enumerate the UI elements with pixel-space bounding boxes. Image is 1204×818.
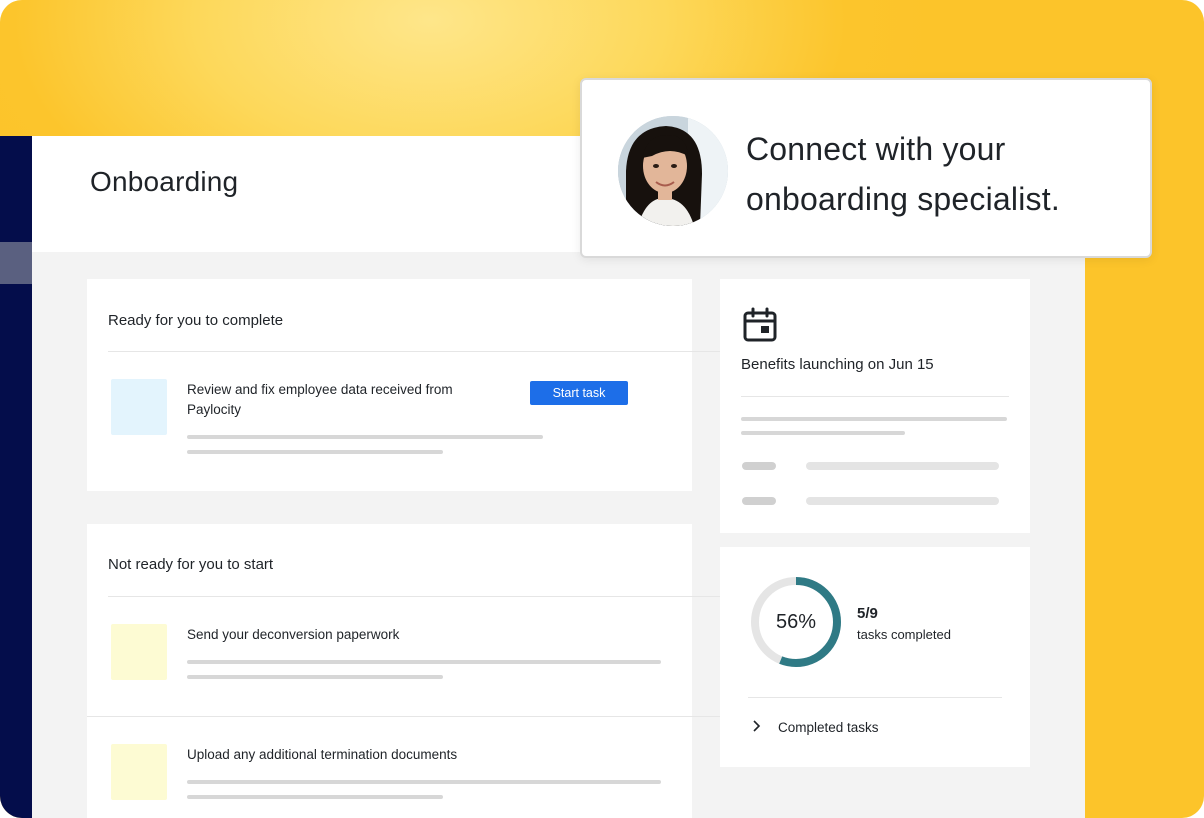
nav-item-active[interactable] [0, 242, 32, 284]
not-ready-tasks-card: Not ready for you to start Send your dec… [87, 524, 722, 818]
progress-percent: 56% [775, 611, 817, 633]
card-divider [741, 396, 1009, 397]
placeholder-bar [187, 660, 661, 664]
page-title: Onboarding [90, 166, 239, 197]
calendar-icon [743, 307, 777, 342]
tasks-count: 5/9 [857, 605, 878, 622]
task-label[interactable]: Send your deconversion paperwork [187, 625, 607, 645]
task-label-line1: Review and fix employee data received fr… [187, 382, 453, 397]
specialist-avatar [618, 116, 728, 226]
completed-tasks-label: Completed tasks [778, 719, 879, 735]
placeholder-bar [741, 417, 1007, 421]
task-label-line2: Paylocity [187, 402, 242, 417]
ready-section-title: Ready for you to complete [108, 312, 284, 329]
section-divider [108, 596, 722, 597]
card-divider [748, 697, 1002, 698]
ready-tasks-card: Ready for you to complete Review and fix… [87, 279, 722, 491]
app-frame: Onboarding Ready for you to complete Rev… [0, 0, 1204, 818]
popup-line2: onboarding specialist. [746, 181, 1060, 217]
placeholder-bar [187, 795, 443, 799]
placeholder-bar [187, 450, 443, 454]
left-nav-rail [0, 136, 32, 818]
task-thumbnail [111, 379, 167, 435]
avatar-portrait [618, 116, 728, 226]
tasks-count-label: tasks completed [857, 627, 951, 642]
section-divider [108, 351, 722, 352]
task-thumbnail [111, 624, 167, 680]
task-label[interactable]: Review and fix employee data received fr… [187, 380, 507, 420]
benefits-card: Benefits launching on Jun 15 [720, 279, 1030, 533]
progress-card: 56% 5/9 tasks completed Completed tasks [720, 547, 1030, 767]
specialist-popup[interactable]: Connect with your onboarding specialist. [580, 78, 1152, 258]
placeholder-bar [806, 497, 999, 505]
task-divider [87, 716, 722, 717]
popup-line1: Connect with your [746, 131, 1006, 167]
placeholder-bar [741, 431, 905, 435]
placeholder-bar [806, 462, 999, 470]
task-thumbnail [111, 744, 167, 800]
placeholder-bar [187, 435, 543, 439]
task-label[interactable]: Upload any additional termination docume… [187, 745, 607, 765]
popup-message: Connect with your onboarding specialist. [746, 124, 1126, 224]
completed-tasks-link[interactable]: Completed tasks [752, 719, 879, 735]
placeholder-pill [742, 462, 776, 470]
placeholder-pill [742, 497, 776, 505]
placeholder-bar [187, 675, 443, 679]
benefits-title: Benefits launching on Jun 15 [741, 356, 934, 373]
not-ready-section-title: Not ready for you to start [108, 556, 274, 573]
chevron-right-icon [752, 719, 772, 735]
placeholder-bar [187, 780, 661, 784]
start-task-button[interactable]: Start task [530, 381, 628, 405]
